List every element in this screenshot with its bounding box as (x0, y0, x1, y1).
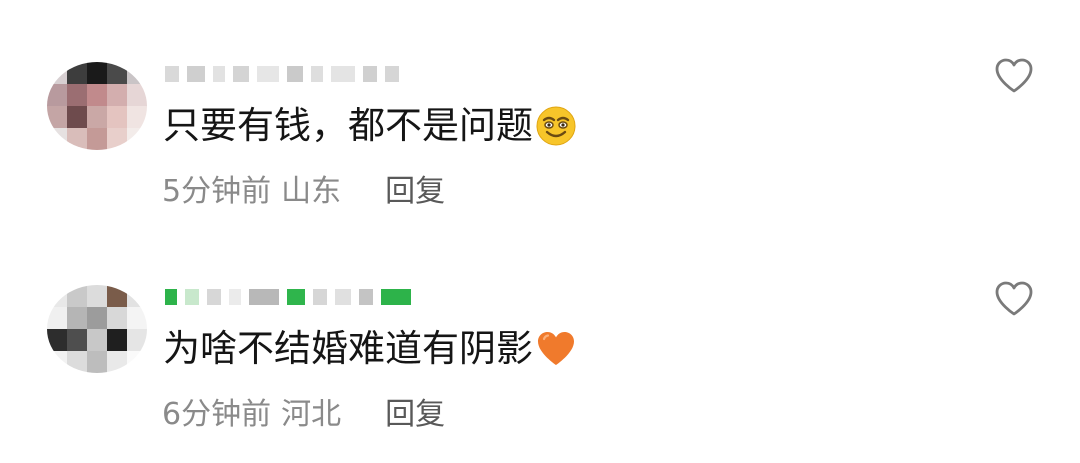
comment-location: 山东 (281, 174, 342, 209)
comment-body: 只要有钱，都不是问题 (163, 103, 577, 149)
username-blurred[interactable] (165, 63, 407, 85)
comment-item: 为啥不结婚难道有阴影 6分钟前 河北 回复 (0, 223, 1080, 445)
comment-time: 5分钟前 (162, 174, 272, 209)
username-blurred[interactable] (165, 286, 419, 308)
avatar[interactable] (47, 62, 147, 150)
comment-item: 只要有钱，都不是问题 5分钟前 山东 回复 (0, 0, 1080, 222)
comment-meta: 6分钟前 河北 回复 (162, 395, 445, 435)
comment-time: 6分钟前 (162, 397, 272, 432)
comment-location: 河北 (281, 397, 342, 432)
heart-outline-icon[interactable] (994, 57, 1034, 95)
reply-button[interactable]: 回复 (385, 172, 445, 212)
reply-button[interactable]: 回复 (385, 395, 445, 435)
comment-body: 为啥不结婚难道有阴影 (163, 326, 577, 372)
comment-text: 为啥不结婚难道有阴影 (163, 327, 533, 370)
comment-text: 只要有钱，都不是问题 (163, 104, 533, 147)
avatar[interactable] (47, 285, 147, 373)
heart-outline-icon[interactable] (994, 280, 1034, 318)
grinning-face-emoji-icon (536, 106, 576, 146)
orange-heart-emoji-icon (538, 332, 574, 365)
comment-meta: 5分钟前 山东 回复 (162, 172, 445, 212)
